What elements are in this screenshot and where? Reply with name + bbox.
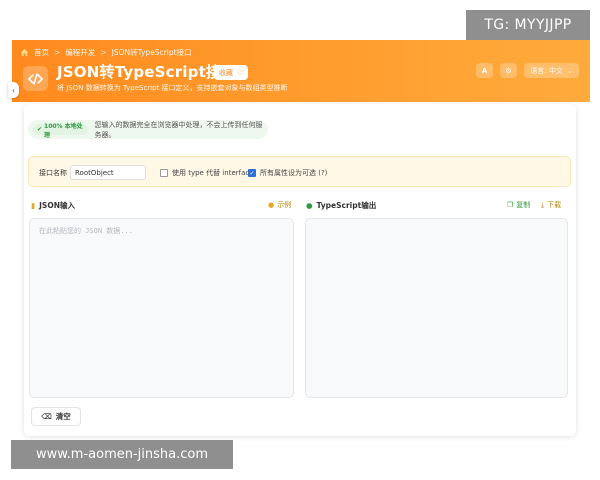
font-size-button[interactable]: A (476, 63, 493, 78)
chevron-down-icon: ⌄ (566, 66, 573, 75)
options-bar: 接口名称 使用 type 代替 interface ✓ 所有属性设为可选 (?) (28, 156, 571, 187)
use-type-label: 使用 type 代替 interface (172, 169, 254, 177)
eraser-icon: ⌫ (41, 412, 52, 421)
notice-text: 您输入的数据完全在浏览器中处理，不会上传到任何服务器。 (94, 120, 263, 139)
optional-props-label: 所有属性设为可选 (?) (260, 169, 328, 177)
shield-check-icon: ✔ (37, 126, 43, 133)
lightbulb-icon: ● (268, 201, 275, 209)
language-select[interactable]: 语言: 中文 ⌄ (524, 63, 579, 78)
copy-label: 复制 (516, 201, 531, 209)
heart-icon: ♡ (237, 68, 244, 77)
clear-button[interactable]: ⌫ 清空 (31, 407, 81, 426)
page-title: JSON转TypeScript接口 (57, 63, 237, 81)
optional-props-option[interactable]: ✓ 所有属性设为可选 (?) (248, 168, 327, 178)
ts-panel-header: ● TypeScript输出 (306, 200, 376, 211)
website-watermark: www.m-aomen-jinsha.com (11, 440, 233, 469)
use-type-checkbox[interactable] (160, 169, 168, 177)
corner-tag: TG: MYYJJPP (466, 10, 590, 40)
breadcrumb-current: JSON转TypeScript接口 (111, 48, 192, 57)
ts-output-editor[interactable] (305, 218, 568, 398)
language-label: 语言: 中文 (530, 66, 563, 75)
json-input[interactable] (30, 219, 293, 397)
example-button[interactable]: ● 示例 (268, 200, 291, 210)
download-button[interactable]: ⤓ 下载 (541, 200, 561, 210)
badge-label: 100% 本地处理 (44, 122, 83, 139)
page-subtitle: 将 JSON 数据转换为 TypeScript 接口定义，支持嵌套对象与数组类型… (57, 84, 288, 92)
collapse-sidebar-button[interactable]: ‹ (8, 82, 19, 98)
breadcrumb-home[interactable]: 首页 (34, 47, 49, 58)
home-icon (20, 48, 29, 57)
favorite-label: 收藏 (219, 68, 233, 77)
clear-label: 清空 (55, 412, 71, 421)
page-header: 首页 > 编程开发 > JSON转TypeScript接口 JSON转TypeS… (12, 40, 590, 102)
breadcrumb: 首页 > 编程开发 > JSON转TypeScript接口 (20, 47, 192, 58)
json-panel-title: JSON输入 (39, 201, 75, 210)
breadcrumb-separator: > (100, 48, 107, 57)
breadcrumb-category[interactable]: 编程开发 (65, 47, 95, 58)
json-input-editor[interactable] (29, 218, 294, 398)
download-icon: ⤓ (541, 200, 545, 209)
privacy-notice: ✔ 100% 本地处理 您输入的数据完全在浏览器中处理，不会上传到任何服务器。 (28, 120, 268, 139)
interface-name-label: 接口名称 (39, 169, 67, 177)
ts-output[interactable] (306, 219, 567, 397)
use-type-option[interactable]: 使用 type 代替 interface (160, 168, 254, 178)
example-label: 示例 (277, 201, 292, 209)
ts-panel-title: TypeScript输出 (316, 201, 377, 210)
tool-card: ✔ 100% 本地处理 您输入的数据完全在浏览器中处理，不会上传到任何服务器。 … (24, 104, 576, 436)
interface-name-input[interactable] (70, 165, 146, 180)
code-icon (23, 66, 48, 91)
optional-props-checkbox[interactable]: ✓ (248, 169, 256, 177)
download-label: 下载 (547, 201, 562, 209)
check-circle-icon: ● (306, 201, 313, 210)
favorite-button[interactable]: 收藏 ♡ (214, 65, 249, 80)
gear-icon: ⚙ (505, 66, 512, 75)
copy-icon: ❐ (507, 201, 514, 209)
chevron-left-icon: ‹ (11, 85, 16, 95)
settings-button[interactable]: ⚙ (500, 63, 517, 78)
file-icon: ▮ (31, 201, 36, 210)
json-panel-header: ▮ JSON输入 (31, 200, 75, 211)
breadcrumb-separator: > (54, 48, 61, 57)
local-processing-badge: ✔ 100% 本地处理 (33, 123, 89, 139)
copy-button[interactable]: ❐ 复制 (507, 200, 530, 210)
